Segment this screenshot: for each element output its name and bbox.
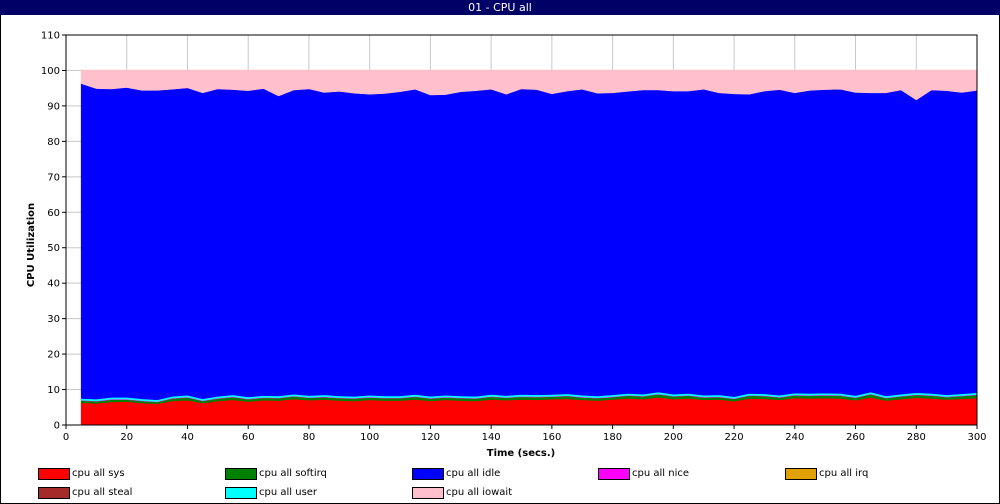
legend-swatch	[598, 468, 630, 480]
legend-label: cpu all sys	[72, 468, 125, 479]
area-cpu-all-idle	[80, 83, 978, 401]
x-axis-label: Time (secs.)	[487, 448, 556, 459]
x-tick-label: 40	[181, 432, 194, 443]
x-tick-label: 120	[421, 432, 440, 443]
legend-label: cpu all user	[259, 487, 318, 498]
x-tick-label: 180	[603, 432, 622, 443]
x-tick-label: 220	[725, 432, 744, 443]
legend-label: cpu all steal	[72, 487, 133, 498]
x-tick-label: 300	[967, 432, 986, 443]
y-tick-label: 50	[47, 243, 60, 254]
y-axis-label: CPU Utilization	[26, 203, 37, 287]
y-tick-label: 70	[47, 172, 60, 183]
y-tick-label: 90	[47, 101, 60, 112]
chart-frame: 0 20 40 60 80 100 120 140 160 180 200 220 240 260 280 3…	[0, 15, 1000, 504]
stacked-areas	[80, 69, 978, 426]
x-tick-label: 60	[242, 432, 255, 443]
legend-swatch	[412, 487, 444, 499]
legend-label: cpu all idle	[446, 468, 501, 479]
legend-swatch	[412, 468, 444, 480]
x-tick-label: 240	[785, 432, 804, 443]
x-tick-label: 0	[63, 432, 69, 443]
legend-label: cpu all softirq	[259, 468, 327, 479]
x-tick-label: 140	[482, 432, 501, 443]
cpu-utilization-chart: 0 20 40 60 80 100 120 140 160 180 200 220 240 260 280 3…	[26, 31, 987, 460]
x-tick-label: 20	[120, 432, 133, 443]
x-tick-label: 100	[360, 432, 379, 443]
y-tick-label: 20	[47, 350, 60, 361]
legend-swatch	[225, 468, 257, 480]
legend-label: cpu all iowait	[446, 487, 513, 498]
chart-window-title: 01 - CPU all	[0, 0, 1000, 15]
y-tick-label: 80	[47, 137, 60, 148]
legend-label: cpu all nice	[632, 468, 689, 479]
y-tick-label: 60	[47, 208, 60, 219]
legend-swatch	[225, 487, 257, 499]
legend-swatch	[38, 468, 70, 480]
y-tick-label: 30	[47, 314, 60, 325]
x-tick-label: 260	[846, 432, 865, 443]
x-tick-label: 200	[664, 432, 683, 443]
y-tick-label: 110	[41, 31, 60, 42]
legend-label: cpu all irq	[819, 468, 869, 479]
x-tick-label: 80	[303, 432, 316, 443]
legend-swatch	[785, 468, 817, 480]
y-tick-label: 40	[47, 279, 60, 290]
y-tick-label: 10	[47, 385, 60, 396]
y-tick-label: 0	[54, 421, 60, 432]
y-tick-label: 100	[41, 66, 60, 77]
x-tick-label: 280	[907, 432, 926, 443]
x-tick-label: 160	[542, 432, 561, 443]
legend-swatch	[38, 487, 70, 499]
